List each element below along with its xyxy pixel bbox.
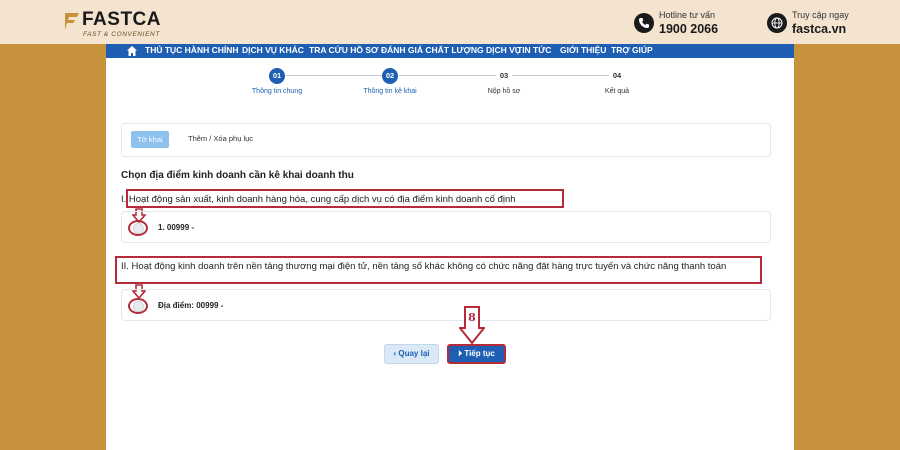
home-icon[interactable]: [126, 45, 138, 57]
location-1-label: 1. 00999 -: [158, 223, 195, 232]
location-option-2[interactable]: Địa điểm: 00999 -: [121, 289, 771, 321]
tab-bar: Tờ khai Thêm / Xóa phụ lục: [121, 123, 771, 157]
section-1-title: I. Hoạt động sản xuất, kinh doanh hàng h…: [121, 194, 516, 205]
continue-button-label: Tiếp tục: [464, 349, 495, 358]
tab-them-xoa-phu-luc[interactable]: Thêm / Xóa phụ lục: [188, 134, 253, 143]
location-2-label: Địa điểm: 00999 -: [158, 301, 224, 310]
hotline-label: Hotline tư vấn: [659, 10, 716, 20]
brand-tagline: FAST & CONVENIENT: [83, 31, 160, 38]
nav-item-thu-tuc[interactable]: THỦ TỤC HÀNH CHÍNH: [145, 45, 239, 55]
tab-to-khai[interactable]: Tờ khai: [131, 131, 169, 148]
hotline-number: 1900 2066: [659, 22, 719, 36]
nav-item-gioi-thieu[interactable]: GIỚI THIỆU: [560, 45, 606, 55]
top-banner: FASTCA FAST & CONVENIENT Hotline tư vấn …: [0, 0, 900, 44]
nav-item-tin-tuc[interactable]: TIN TỨC: [517, 45, 551, 55]
step-8-arrow-icon: 8: [459, 306, 485, 344]
main-page: THỦ TỤC HÀNH CHÍNH DỊCH VỤ KHÁC TRA CỨU …: [106, 44, 794, 450]
website-label: Truy cập ngay: [792, 10, 849, 20]
nav-item-tra-cuu[interactable]: TRA CỨU HỒ SƠ: [309, 45, 378, 55]
nav-item-dich-vu-khac[interactable]: DỊCH VỤ KHÁC: [242, 45, 304, 55]
nav-item-tro-giup[interactable]: TRỢ GIÚP: [611, 45, 653, 55]
step-connector: [512, 75, 616, 76]
back-button[interactable]: ‹ Quay lại: [384, 344, 439, 364]
step-3-circle: 03: [496, 68, 512, 84]
step-8-number: 8: [468, 311, 476, 324]
location-option-1[interactable]: 1. 00999 -: [121, 211, 771, 243]
step-2-circle: 02: [382, 68, 398, 84]
step-4-circle: 04: [609, 68, 625, 84]
back-button-label: Quay lại: [398, 349, 430, 358]
step-4-label: Kết quả: [604, 88, 630, 95]
step-3-label: Nộp hồ sơ: [487, 88, 521, 95]
section-2-title: II. Hoạt động kinh doanh trên nền tảng t…: [121, 261, 727, 272]
website-url: fastca.vn: [792, 22, 847, 36]
logo-mark-icon: [65, 13, 79, 30]
step-1-label: Thông tin chung: [251, 88, 303, 95]
brand-name: FASTCA: [82, 9, 161, 30]
step-1-circle: 01: [269, 68, 285, 84]
step-connector: [399, 75, 505, 76]
step-connector: [286, 75, 392, 76]
step-2-label: Thông tin kê khai: [363, 88, 417, 95]
globe-icon: [767, 13, 787, 33]
highlight-ring: [128, 298, 148, 314]
phone-icon: [634, 13, 654, 33]
highlight-ring: [128, 220, 148, 236]
nav-item-danh-gia[interactable]: ĐÁNH GIÁ CHẤT LƯỢNG DỊCH VỤ: [381, 45, 521, 55]
main-nav: THỦ TỤC HÀNH CHÍNH DỊCH VỤ KHÁC TRA CỨU …: [106, 44, 794, 58]
section-heading: Chọn địa điểm kinh doanh cần kê khai doa…: [121, 170, 354, 181]
continue-button[interactable]: ⏵ Tiếp tục: [447, 344, 506, 364]
